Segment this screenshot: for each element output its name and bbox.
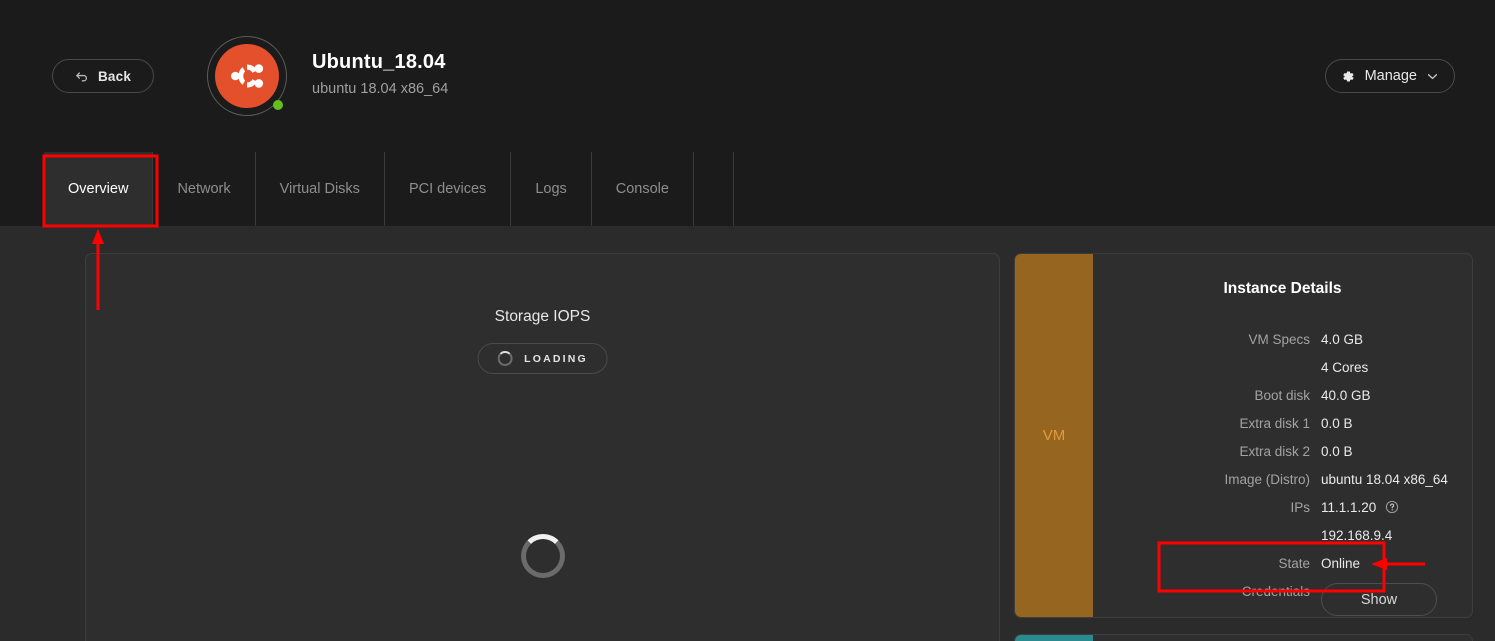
spec-value: 0.0 B bbox=[1321, 444, 1353, 459]
instance-details-card: VM Instance Details VM Specs 4.0 GB 4 Co… bbox=[1014, 253, 1473, 618]
instance-details-table: VM Specs 4.0 GB 4 Cores Boot disk 40.0 G… bbox=[1093, 326, 1472, 617]
tab-bar-end-spacer bbox=[694, 152, 734, 226]
instance-details-body: Instance Details VM Specs 4.0 GB 4 Cores… bbox=[1093, 254, 1472, 617]
tab-list: Overview Network Virtual Disks PCI devic… bbox=[44, 152, 734, 226]
page-header: Back Ubuntu_18.04 ubuntu 18.04 x86_64 Ma… bbox=[0, 0, 1495, 152]
tab-pci-devices-label: PCI devices bbox=[408, 181, 487, 197]
ip-primary-value: 11.1.1.20 bbox=[1321, 500, 1377, 515]
spec-key bbox=[1093, 522, 1321, 550]
spec-key: Extra disk 1 bbox=[1239, 416, 1310, 431]
show-credentials-button[interactable]: Show bbox=[1321, 583, 1437, 616]
tab-logs-label: Logs bbox=[535, 181, 567, 197]
credentials-key: Credentials bbox=[1241, 584, 1310, 599]
chart-loading-badge: LOADING bbox=[477, 343, 608, 374]
logo-disc bbox=[215, 44, 279, 108]
spec-key: VM Specs bbox=[1248, 332, 1310, 347]
vm-type-label: VM bbox=[1042, 427, 1066, 444]
table-row: IPs 11.1.1.20 bbox=[1093, 494, 1472, 522]
online-status-dot bbox=[273, 100, 283, 110]
storage-iops-card: Storage IOPS LOADING bbox=[85, 253, 1000, 641]
tab-overview[interactable]: Overview bbox=[44, 152, 154, 226]
table-row: Image (Distro) ubuntu 18.04 x86_64 bbox=[1093, 466, 1472, 494]
spec-key: State bbox=[1278, 556, 1310, 571]
spec-key: IPs bbox=[1290, 500, 1310, 515]
chevron-down-icon bbox=[1427, 73, 1438, 80]
next-details-card bbox=[1014, 634, 1473, 641]
back-button-label: Back bbox=[97, 68, 132, 84]
question-mark-circle-icon[interactable] bbox=[1380, 500, 1399, 515]
chart-title: Storage IOPS bbox=[494, 308, 591, 325]
spec-key: Boot disk bbox=[1254, 388, 1310, 403]
tab-logs[interactable]: Logs bbox=[511, 152, 592, 226]
spec-value: ubuntu 18.04 x86_64 bbox=[1321, 472, 1448, 487]
spec-value: 4 Cores bbox=[1321, 360, 1369, 375]
spec-key: Extra disk 2 bbox=[1239, 444, 1310, 459]
next-card-strip bbox=[1015, 635, 1093, 641]
table-row: Boot disk 40.0 GB bbox=[1093, 382, 1472, 410]
app-root: Back Ubuntu_18.04 ubuntu 18.04 x86_64 Ma… bbox=[0, 0, 1495, 641]
spec-value: 192.168.9.4 bbox=[1321, 528, 1393, 543]
manage-button[interactable]: Manage bbox=[1324, 59, 1455, 93]
back-arrow-icon bbox=[75, 69, 89, 83]
spec-key: Image (Distro) bbox=[1224, 472, 1310, 487]
ubuntu-logo-icon bbox=[207, 36, 287, 116]
tab-overview-label: Overview bbox=[68, 181, 129, 197]
spec-value: 11.1.1.20 bbox=[1321, 494, 1472, 522]
content-area: Storage IOPS LOADING VM Instance Details… bbox=[0, 226, 1495, 641]
tab-bar: Overview Network Virtual Disks PCI devic… bbox=[0, 152, 1495, 226]
spec-value: Online bbox=[1321, 556, 1361, 571]
table-row: State Online bbox=[1093, 550, 1472, 578]
tab-console-label: Console bbox=[615, 181, 669, 197]
spec-value: 0.0 B bbox=[1321, 416, 1353, 431]
gear-icon bbox=[1340, 69, 1355, 84]
tab-virtual-disks-label: Virtual Disks bbox=[279, 181, 360, 197]
tab-pci-devices[interactable]: PCI devices bbox=[385, 152, 512, 226]
table-row: Extra disk 1 0.0 B bbox=[1093, 410, 1472, 438]
tab-virtual-disks[interactable]: Virtual Disks bbox=[256, 152, 385, 226]
spec-value: 40.0 GB bbox=[1321, 388, 1371, 403]
table-row: 4 Cores bbox=[1093, 354, 1472, 382]
back-button[interactable]: Back bbox=[52, 59, 154, 93]
instance-details-title: Instance Details bbox=[1223, 280, 1342, 297]
page-title: Ubuntu_18.04 bbox=[312, 51, 446, 73]
tab-network[interactable]: Network bbox=[153, 152, 256, 226]
chart-loading-label: LOADING bbox=[524, 352, 588, 365]
spec-value: 4.0 GB bbox=[1321, 332, 1364, 347]
loading-spinner-icon bbox=[497, 351, 513, 366]
table-row: Extra disk 2 0.0 B bbox=[1093, 438, 1472, 466]
manage-button-label: Manage bbox=[1364, 68, 1417, 84]
table-row: 192.168.9.4 bbox=[1093, 522, 1472, 550]
table-row-credentials: Credentials Show bbox=[1093, 578, 1472, 617]
tab-console[interactable]: Console bbox=[592, 152, 694, 226]
spec-key bbox=[1093, 354, 1321, 382]
page-subtitle: ubuntu 18.04 x86_64 bbox=[312, 81, 449, 97]
instance-title-block: Ubuntu_18.04 ubuntu 18.04 x86_64 bbox=[312, 51, 448, 97]
tab-network-label: Network bbox=[177, 181, 231, 197]
table-row: VM Specs 4.0 GB bbox=[1093, 326, 1472, 354]
chart-loading-spinner-icon bbox=[520, 534, 565, 578]
vm-type-strip: VM bbox=[1015, 254, 1093, 617]
